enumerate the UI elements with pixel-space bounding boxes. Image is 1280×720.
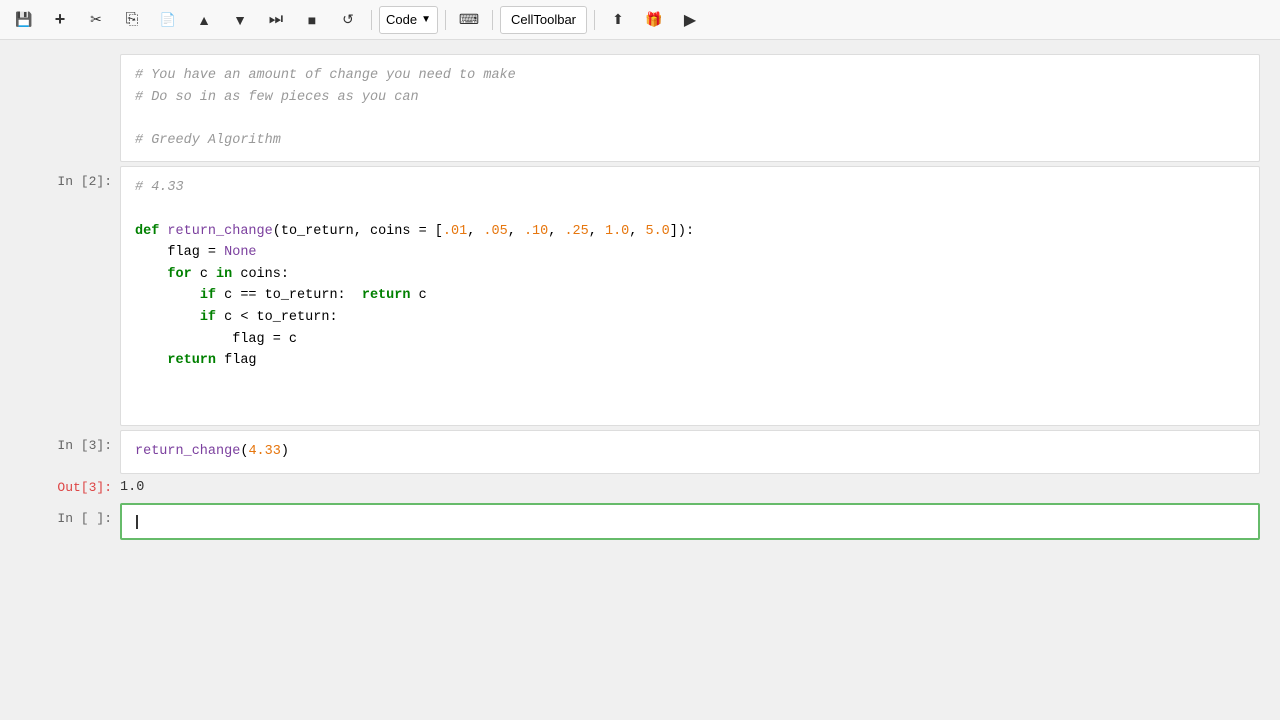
num-50: 5.0 bbox=[645, 224, 669, 239]
cell-in3-label: In [3]: bbox=[20, 430, 120, 453]
kw-in: in bbox=[216, 267, 232, 282]
chevron-down-icon: ▼ bbox=[421, 14, 431, 25]
comment-line-2: # Do so in as few pieces as you can bbox=[135, 90, 419, 105]
cell-toolbar-label: CellToolbar bbox=[511, 12, 576, 27]
cell-comment: # You have an amount of change you need … bbox=[20, 54, 1260, 162]
cell-type-dropdown[interactable]: Code ▼ bbox=[379, 6, 438, 34]
copy-button[interactable]: ⎘ bbox=[116, 6, 148, 34]
fn-return-change: return_change bbox=[167, 224, 272, 239]
var-coins: coins bbox=[240, 267, 281, 282]
upload-button[interactable]: ⬆ bbox=[602, 6, 634, 34]
cell-in4-content[interactable] bbox=[120, 503, 1260, 541]
cell-in3-content[interactable]: return_change(4.33) bbox=[120, 430, 1260, 474]
param-to-return: to_return bbox=[281, 224, 354, 239]
num-025: .25 bbox=[564, 224, 588, 239]
comment-line-1: # You have an amount of change you need … bbox=[135, 68, 516, 83]
save-button[interactable]: 💾 bbox=[8, 6, 40, 34]
run-button[interactable]: ▶ bbox=[674, 6, 706, 34]
kw-def: def bbox=[135, 224, 159, 239]
cell-toolbar-button[interactable]: CellToolbar bbox=[500, 6, 587, 34]
kw-if1: if bbox=[200, 288, 216, 303]
return1-val: c bbox=[419, 288, 427, 303]
cell-comment-code[interactable]: # You have an amount of change you need … bbox=[121, 55, 1259, 161]
cell-in2-code[interactable]: # 4.33 def return_change(to_return, coin… bbox=[121, 167, 1259, 425]
return2-val: flag bbox=[224, 353, 256, 368]
fast-forward-button[interactable]: ⏭ bbox=[260, 6, 292, 34]
num-001: .01 bbox=[443, 224, 467, 239]
call-return-change: return_change bbox=[135, 444, 240, 459]
stop-button[interactable]: ■ bbox=[296, 6, 328, 34]
kw-return2: return bbox=[167, 353, 216, 368]
kw-if2: if bbox=[200, 310, 216, 325]
notebook-area: # You have an amount of change you need … bbox=[0, 40, 1280, 720]
add-cell-button[interactable]: + bbox=[44, 6, 76, 34]
separator-1 bbox=[371, 10, 372, 30]
kw-for: for bbox=[167, 267, 191, 282]
move-up-button[interactable]: ▲ bbox=[188, 6, 220, 34]
param-coins: coins bbox=[370, 224, 411, 239]
text-cursor bbox=[136, 515, 138, 529]
separator-2 bbox=[445, 10, 446, 30]
if2-cond: c < to_return bbox=[224, 310, 329, 325]
cell-type-label: Code bbox=[386, 12, 417, 27]
cell-in4-code[interactable] bbox=[122, 505, 1258, 539]
if1-cond: c == to_return bbox=[224, 288, 337, 303]
output-3-label: Out[3]: bbox=[20, 478, 120, 495]
num-010: .10 bbox=[524, 224, 548, 239]
cell-in2-label: In [2]: bbox=[20, 166, 120, 189]
kw-return1: return bbox=[362, 288, 411, 303]
cell-in3: In [3]: return_change(4.33) bbox=[20, 430, 1260, 474]
kw-none: None bbox=[224, 245, 256, 260]
keyboard-button[interactable]: ⌨ bbox=[453, 6, 485, 34]
cell-in2: In [2]: # 4.33 def return_change(to_retu… bbox=[20, 166, 1260, 426]
separator-4 bbox=[594, 10, 595, 30]
output-3: Out[3]: 1.0 bbox=[20, 478, 1260, 495]
call-arg: 4.33 bbox=[248, 444, 280, 459]
cell-in4: In [ ]: bbox=[20, 503, 1260, 541]
cut-button[interactable]: ✂ bbox=[80, 6, 112, 34]
move-down-button[interactable]: ▼ bbox=[224, 6, 256, 34]
var-flag: flag bbox=[167, 245, 199, 260]
in2-comment: # 4.33 bbox=[135, 180, 184, 195]
cell-comment-content[interactable]: # You have an amount of change you need … bbox=[120, 54, 1260, 162]
notebook-toolbar: 💾 + ✂ ⎘ 📄 ▲ ▼ ⏭ ■ ↺ Code ▼ ⌨ CellToolbar… bbox=[0, 0, 1280, 40]
flag-assign: flag = c bbox=[232, 332, 297, 347]
cell-in2-content[interactable]: # 4.33 def return_change(to_return, coin… bbox=[120, 166, 1260, 426]
restart-button[interactable]: ↺ bbox=[332, 6, 364, 34]
cell-in3-code[interactable]: return_change(4.33) bbox=[121, 431, 1259, 473]
var-c: c bbox=[200, 267, 208, 282]
num-10: 1.0 bbox=[605, 224, 629, 239]
separator-3 bbox=[492, 10, 493, 30]
cell-in4-label: In [ ]: bbox=[20, 503, 120, 526]
comment-line-3: # Greedy Algorithm bbox=[135, 133, 281, 148]
cell-comment-label bbox=[20, 54, 120, 77]
num-005: .05 bbox=[483, 224, 507, 239]
paste-button[interactable]: 📄 bbox=[152, 6, 184, 34]
gift-button[interactable]: 🎁 bbox=[638, 6, 670, 34]
output-3-value: 1.0 bbox=[120, 478, 144, 495]
